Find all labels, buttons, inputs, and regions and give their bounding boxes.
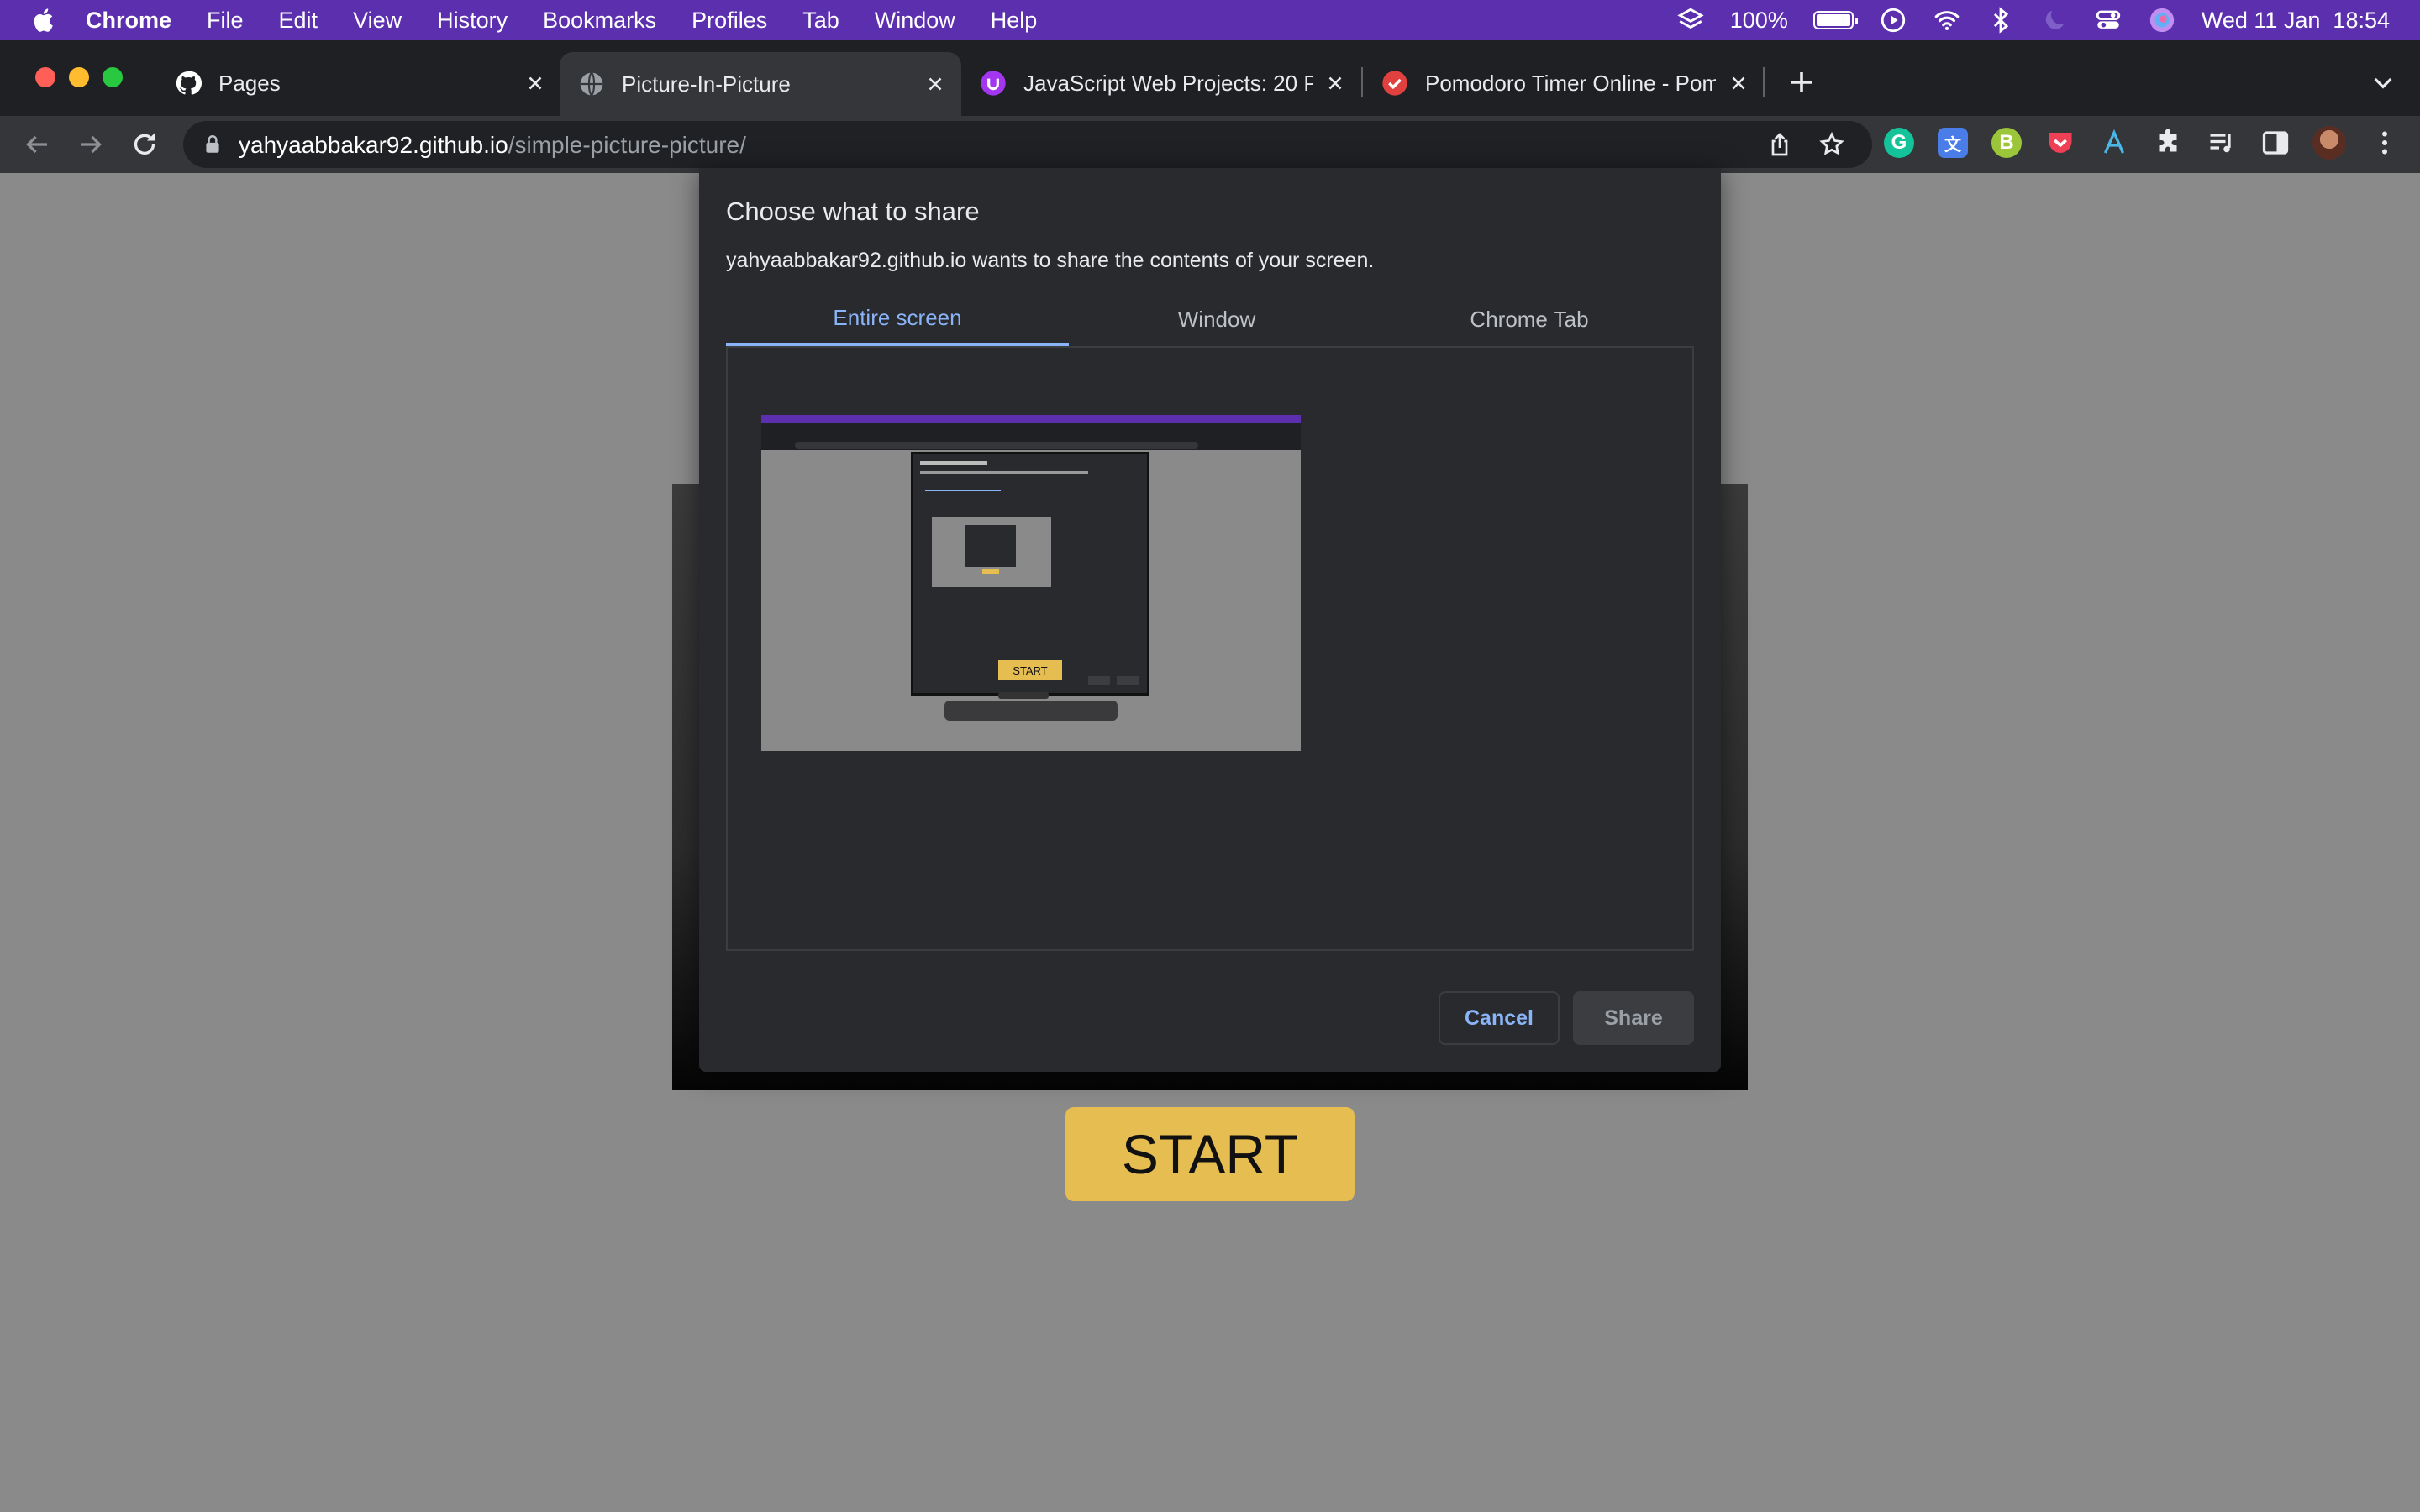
share-page-icon[interactable]	[1766, 131, 1793, 158]
menu-bookmarks[interactable]: Bookmarks	[543, 8, 656, 34]
start-button[interactable]: START	[1065, 1107, 1355, 1201]
pomodoro-icon	[1382, 71, 1407, 96]
new-tab-icon[interactable]	[1786, 67, 1817, 97]
menu-tab[interactable]: Tab	[802, 8, 839, 34]
tab-chrome-tab[interactable]: Chrome Tab	[1365, 292, 1694, 346]
close-icon[interactable]	[924, 73, 946, 95]
bookmark-star-icon[interactable]	[1818, 131, 1845, 158]
menu-history[interactable]: History	[437, 8, 508, 34]
tab-title: Picture-In-Picture	[622, 71, 791, 97]
layers-icon[interactable]	[1676, 6, 1705, 34]
tab-separator	[1361, 67, 1363, 97]
thumb-omnibox	[795, 442, 1198, 449]
play-circle-icon[interactable]	[1879, 6, 1907, 34]
tab-picture-in-picture[interactable]: Picture-In-Picture	[560, 52, 961, 116]
thumb-dialog	[911, 452, 1150, 696]
share-screen-dialog: Choose what to share yahyaabbakar92.gith…	[699, 168, 1721, 1072]
battery-percent: 100%	[1729, 7, 1788, 33]
url-path: /simple-picture-picture/	[508, 132, 746, 158]
tab-title: Pomodoro Timer Online - Pomo	[1425, 70, 1716, 96]
tab-title: JavaScript Web Projects: 20 Pr	[1023, 70, 1313, 96]
menu-file[interactable]: File	[207, 8, 244, 34]
source-preview-area: START	[726, 346, 1694, 951]
macos-menu-bar: Chrome File Edit View History Bookmarks …	[0, 0, 2420, 40]
b-extension-icon[interactable]: B	[1991, 128, 2022, 158]
extensions-puzzle-icon[interactable]	[2153, 128, 2183, 158]
share-source-tabs: Entire screen Window Chrome Tab	[726, 292, 1694, 346]
window-zoom-button[interactable]	[103, 67, 123, 87]
tab-window[interactable]: Window	[1069, 292, 1365, 346]
address-bar[interactable]: yahyaabbakar92.github.io/simple-picture-…	[183, 121, 1872, 168]
thumb-start-button: START	[998, 660, 1062, 680]
menu-profiles[interactable]: Profiles	[692, 8, 767, 34]
pocket-extension-icon[interactable]	[2045, 128, 2075, 158]
apple-icon[interactable]	[30, 6, 59, 34]
battery-icon[interactable]	[1812, 11, 1858, 29]
close-icon[interactable]	[524, 72, 546, 94]
menubar-status-area: 100% Wed 11 Jan 18:54	[1676, 0, 2390, 40]
thumb-menubar	[761, 415, 1301, 423]
siri-icon[interactable]	[2148, 6, 2176, 34]
tab-javascript-web-projects[interactable]: JavaScript Web Projects: 20 Pr	[980, 59, 1346, 108]
lock-icon[interactable]	[202, 133, 224, 156]
window-close-button[interactable]	[35, 67, 55, 87]
forward-arrow-icon[interactable]	[76, 129, 106, 160]
bluetooth-icon[interactable]	[1986, 6, 2015, 34]
tab-title: Pages	[218, 70, 281, 96]
tab-pomodoro-timer[interactable]: Pomodoro Timer Online - Pomo	[1381, 59, 1749, 108]
menu-help[interactable]: Help	[991, 8, 1038, 34]
close-icon[interactable]	[1728, 72, 1749, 94]
profile-avatar[interactable]	[2312, 126, 2346, 160]
window-minimize-button[interactable]	[69, 67, 89, 87]
github-icon	[176, 71, 202, 95]
dialog-title: Choose what to share	[726, 197, 980, 226]
menubar-datetime[interactable]: Wed 11 Jan 18:54	[2202, 8, 2390, 34]
udemy-icon	[981, 71, 1006, 96]
url-text[interactable]: yahyaabbakar92.github.io/simple-picture-…	[239, 132, 746, 159]
dialog-subtitle: yahyaabbakar92.github.io wants to share …	[726, 249, 1375, 272]
back-arrow-icon[interactable]	[22, 129, 52, 160]
cancel-button[interactable]: Cancel	[1439, 991, 1560, 1045]
url-host: yahyaabbakar92.github.io	[239, 132, 508, 158]
side-panel-icon[interactable]	[2260, 128, 2291, 158]
translate-extension-icon[interactable]: 文	[1938, 128, 1968, 158]
focus-moon-icon[interactable]	[2040, 6, 2069, 34]
menu-app-chrome[interactable]: Chrome	[86, 8, 171, 34]
menu-window[interactable]: Window	[875, 8, 955, 34]
globe-icon	[580, 71, 603, 97]
menu-edit[interactable]: Edit	[279, 8, 318, 34]
menu-view[interactable]: View	[353, 8, 402, 34]
reload-icon[interactable]	[129, 129, 160, 160]
tab-separator	[1763, 67, 1765, 97]
wifi-icon[interactable]	[1933, 6, 1961, 34]
thumb-dock	[944, 701, 1118, 721]
entire-screen-thumbnail[interactable]: START	[761, 415, 1301, 751]
share-button[interactable]: Share	[1573, 991, 1694, 1045]
font-extension-icon[interactable]	[2099, 128, 2129, 158]
tab-pages[interactable]: Pages	[175, 59, 546, 108]
thumb-pip-label	[998, 692, 1049, 699]
tab-entire-screen[interactable]: Entire screen	[726, 292, 1069, 346]
control-center-icon[interactable]	[2094, 6, 2123, 34]
more-menu-icon[interactable]	[2370, 128, 2400, 158]
grammarly-extension-icon[interactable]: G	[1884, 128, 1914, 158]
tab-search-chevron-down-icon[interactable]	[2370, 69, 2396, 96]
media-controls-icon[interactable]	[2207, 128, 2237, 158]
close-icon[interactable]	[1324, 72, 1346, 94]
